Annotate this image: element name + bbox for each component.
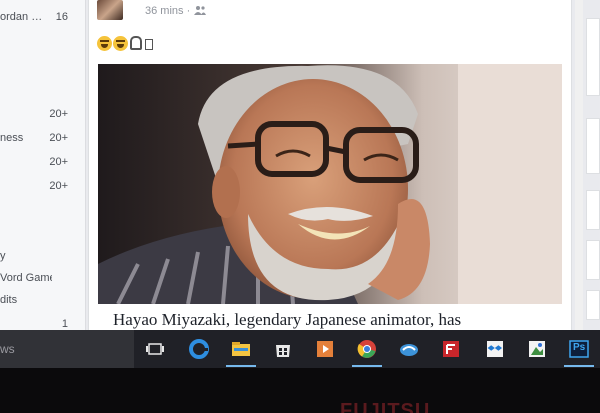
left-sidebar: ordan … 16 20+ ness 20+ 20+ 20+ y Vord G… <box>0 0 86 330</box>
sidebar-item-credits[interactable]: dits <box>0 292 86 310</box>
filezilla-icon[interactable] <box>440 338 462 360</box>
sidebar-item-group-1[interactable]: ordan … 16 <box>0 9 86 27</box>
sidebar-item-count: 1 <box>61 318 68 330</box>
sidebar-item-count: 20+ <box>49 108 68 120</box>
right-rail-card[interactable] <box>586 240 600 280</box>
sidebar-item-label: ness <box>0 132 24 144</box>
active-app-indicator <box>352 365 382 367</box>
unknown-glyph-box <box>145 39 153 50</box>
sidebar-item-count: 16 <box>55 11 68 23</box>
taskbar: ws Ps <box>0 330 600 368</box>
feed-scrollbar[interactable] <box>575 0 583 330</box>
sidebar-item-count: 20+ <box>49 132 68 144</box>
sidebar-item-count: 20+ <box>49 180 68 192</box>
monitor-bezel <box>0 368 600 413</box>
photoshop-icon[interactable]: Ps <box>568 338 590 360</box>
active-app-indicator <box>564 365 594 367</box>
file-explorer-icon[interactable] <box>230 338 252 360</box>
tooth-icon <box>130 36 142 50</box>
sidebar-item-group-5[interactable]: 20+ <box>0 178 86 196</box>
search-placeholder: ws <box>0 342 15 356</box>
sidebar-item-app-2[interactable]: 1 <box>0 316 86 330</box>
sidebar-item-label: y <box>0 250 6 262</box>
post-timestamp[interactable]: 36 mins · <box>145 5 190 17</box>
avatar[interactable] <box>97 0 123 20</box>
image-viewer-icon[interactable] <box>526 338 548 360</box>
right-rail-card[interactable] <box>586 18 600 96</box>
monitor-screen: ordan … 16 20+ ness 20+ 20+ 20+ y Vord G… <box>0 0 600 330</box>
cloud-app-icon[interactable] <box>398 338 420 360</box>
post-reaction-emojis <box>97 36 153 52</box>
post-photo[interactable] <box>98 64 562 304</box>
sidebar-item-group-2[interactable]: 20+ <box>0 106 86 124</box>
right-rail <box>583 0 600 330</box>
portrait-photo <box>98 64 562 304</box>
photoshop-label: Ps <box>573 342 586 353</box>
chrome-icon[interactable] <box>356 338 378 360</box>
sidebar-item-count: 20+ <box>49 156 68 168</box>
sidebar-item-group-4[interactable]: 20+ <box>0 154 86 172</box>
store-icon[interactable] <box>272 338 294 360</box>
right-rail-card[interactable] <box>586 190 600 230</box>
right-rail-card[interactable] <box>586 290 600 320</box>
sidebar-item-label: dits <box>0 294 18 306</box>
taskbar-search-box[interactable]: ws <box>0 330 134 368</box>
sidebar-item-label: ordan … <box>0 11 43 23</box>
sidebar-item-group-3[interactable]: ness 20+ <box>0 130 86 148</box>
brand-logo: FUJITSU <box>340 400 431 413</box>
sidebar-item-app-1[interactable]: y <box>0 248 86 266</box>
crying-laughing-emoji <box>113 36 128 51</box>
media-player-icon[interactable] <box>314 338 336 360</box>
friends-icon[interactable] <box>194 5 206 18</box>
dropbox-icon[interactable] <box>484 338 506 360</box>
sidebar-item-label: Vord Game <box>0 272 52 284</box>
post-caption[interactable]: Hayao Miyazaki, legendary Japanese anima… <box>113 310 461 330</box>
sidebar-item-word-game[interactable]: Vord Game <box>0 270 86 288</box>
crying-laughing-emoji <box>97 36 112 51</box>
active-app-indicator <box>226 365 256 367</box>
task-view-icon[interactable] <box>144 338 166 360</box>
news-feed-post: 36 mins · Hayao Miyazaki, legendary Japa… <box>88 0 572 330</box>
edge-icon[interactable] <box>188 338 210 360</box>
right-rail-card[interactable] <box>586 118 600 174</box>
